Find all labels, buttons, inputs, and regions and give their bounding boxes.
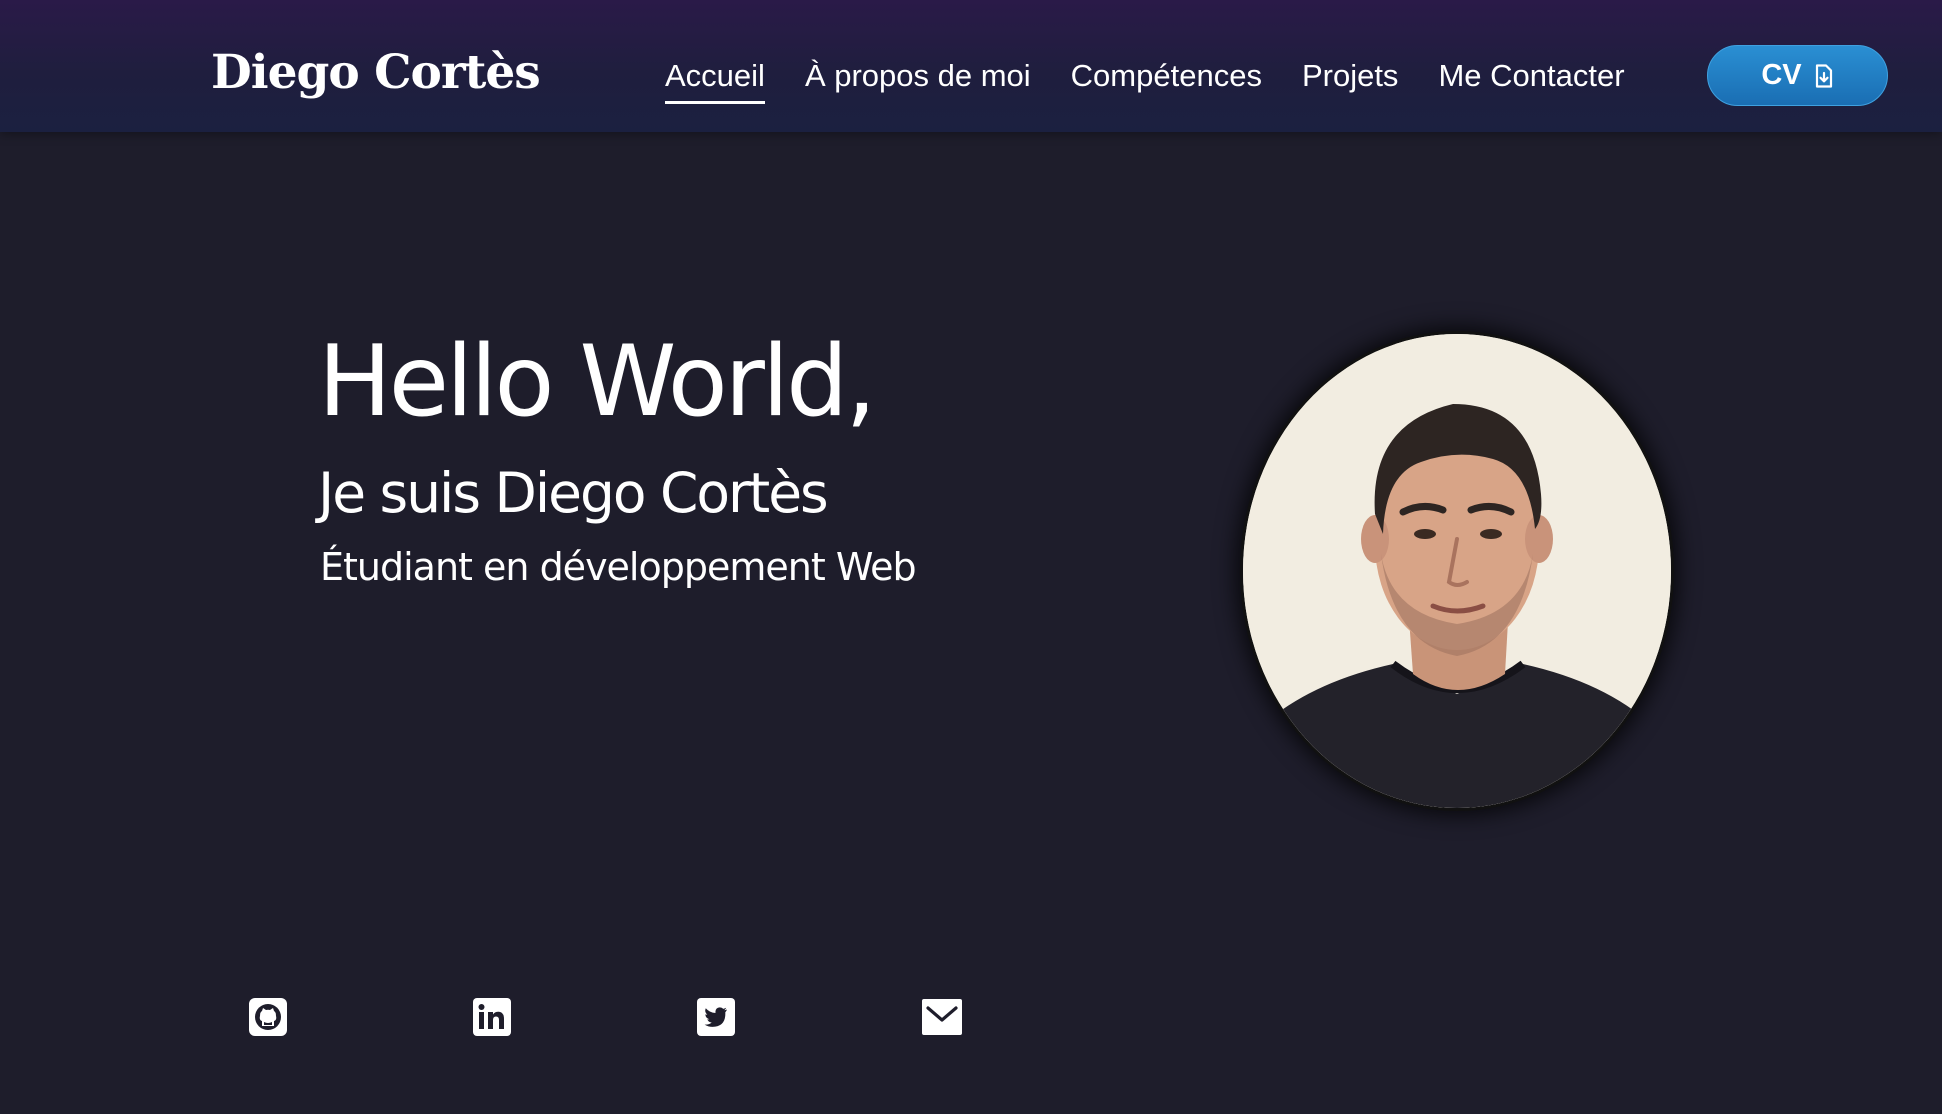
page: Diego Cortès Accueil À propos de moi Com… (0, 0, 1942, 1114)
github-link[interactable] (248, 997, 288, 1037)
github-icon (249, 998, 287, 1036)
nav-item-accueil[interactable]: Accueil (665, 46, 765, 106)
nav-item-contact[interactable]: Me Contacter (1438, 46, 1624, 106)
file-download-icon (1814, 63, 1834, 88)
navbar: Diego Cortès Accueil À propos de moi Com… (0, 0, 1942, 132)
cv-button-label: CV (1761, 59, 1802, 91)
profile-photo (1240, 331, 1674, 811)
nav-item-competences[interactable]: Compétences (1071, 46, 1262, 106)
nav-links: Accueil À propos de moi Compétences Proj… (665, 46, 1665, 106)
hero-title: Hello World, (318, 325, 877, 439)
nav-item-projets[interactable]: Projets (1302, 46, 1398, 106)
hero-role: Étudiant en développement Web (320, 545, 917, 589)
nav-item-a-propos[interactable]: À propos de moi (805, 46, 1031, 106)
hero-subtitle: Je suis Diego Cortès (318, 461, 829, 525)
email-link[interactable] (922, 997, 962, 1037)
twitter-link[interactable] (696, 997, 736, 1037)
email-icon (922, 999, 962, 1035)
cv-download-button[interactable]: CV (1707, 45, 1888, 106)
linkedin-link[interactable] (472, 997, 512, 1037)
brand-logo[interactable]: Diego Cortès (211, 38, 541, 108)
twitter-icon (697, 998, 735, 1036)
linkedin-icon (473, 998, 511, 1036)
